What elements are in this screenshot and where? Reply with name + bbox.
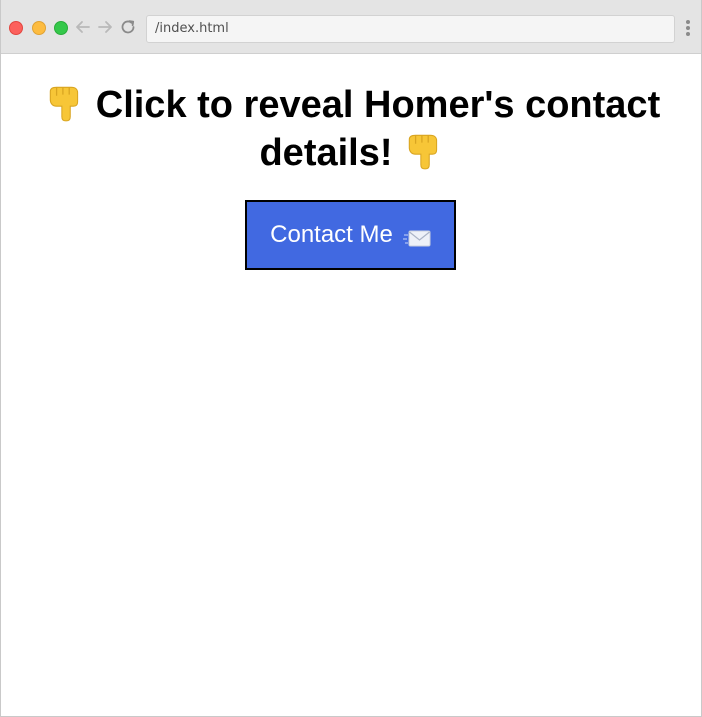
contact-me-button[interactable]: Contact Me [245,200,456,270]
envelope-icon [402,230,431,247]
back-button[interactable] [73,17,93,39]
address-bar[interactable]: /index.html [146,15,675,43]
pointing-down-hand-icon [408,134,437,170]
browser-window: /index.html Click to reveal Homer's cont… [0,0,702,717]
arrow-left-icon [76,21,90,33]
pointing-down-hand-icon [49,86,78,122]
minimize-window-button[interactable] [32,21,46,35]
page-headline: Click to reveal Homer's contact details! [11,81,693,177]
contact-button-label: Contact Me [270,221,393,248]
headline-text: Click to reveal Homer's contact details! [95,84,661,174]
page-content: Click to reveal Homer's contact details!… [1,55,701,716]
close-window-button[interactable] [9,21,23,35]
vertical-dots-menu-icon[interactable] [683,20,693,38]
forward-button[interactable] [95,17,115,39]
arrow-right-icon [98,21,112,33]
reload-icon [121,20,135,34]
maximize-window-button[interactable] [54,21,68,35]
browser-toolbar: /index.html [1,0,701,54]
reload-button[interactable] [118,17,138,39]
